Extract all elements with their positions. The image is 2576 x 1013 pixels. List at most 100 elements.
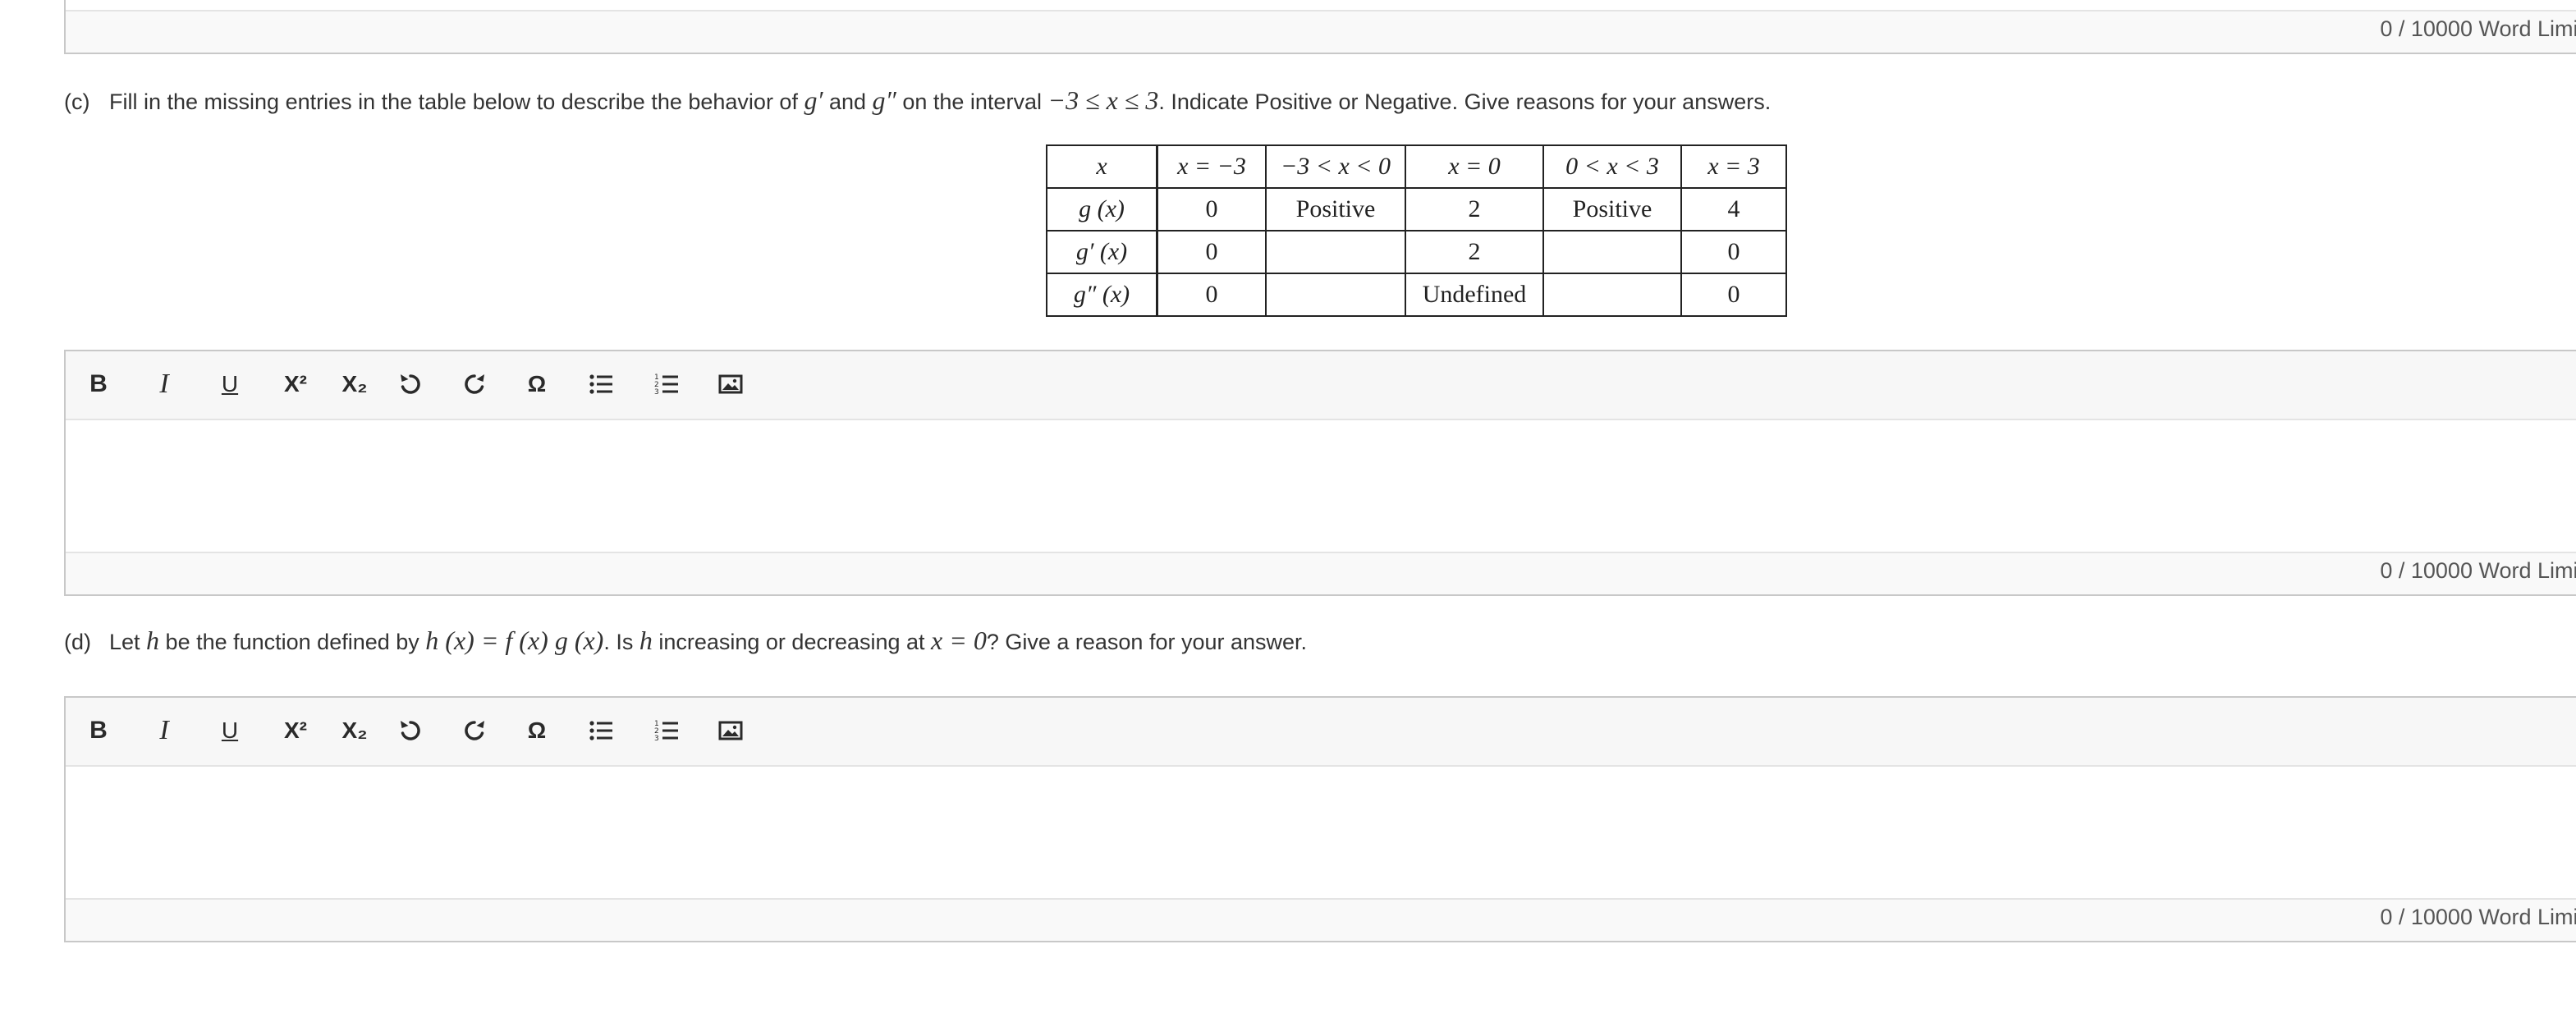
undo-icon [401, 374, 420, 394]
table-cell: 2 [1405, 230, 1544, 274]
table-header-cell: 0 < x < 3 [1542, 144, 1682, 189]
table-header-row: x x = −3 −3 < x < 0 x = 0 0 < x < 3 x = … [1046, 144, 1787, 189]
undo-icon [401, 721, 420, 740]
italic-icon: I [159, 715, 169, 745]
table-header-cell: x = 3 [1680, 144, 1787, 189]
insert-image-button[interactable] [713, 366, 749, 402]
italic-button[interactable]: I [146, 713, 182, 749]
editor-toolbar: B I U X² X₂ Ω 123 [66, 698, 2576, 767]
question-text: . Indicate Positive or Negative. Give re… [1158, 89, 1772, 114]
question-d: (d) Let h be the function defined by h (x… [64, 626, 1307, 656]
special-character-icon: Ω [527, 371, 547, 396]
question-text: on the interval [896, 89, 1048, 114]
table-cell-missing [1542, 230, 1682, 274]
bullet-list-button[interactable] [583, 366, 619, 402]
word-counter: 0 / 10000 Word Limit [2380, 905, 2576, 929]
table-cell: 0 [1680, 230, 1787, 274]
editor-toolbar: B I U X² X₂ Ω 123 [66, 351, 2576, 420]
math-h: h [639, 626, 653, 655]
redo-button[interactable] [456, 713, 493, 749]
table-cell-missing [1265, 230, 1406, 274]
special-character-button[interactable]: Ω [519, 713, 555, 749]
subscript-button[interactable]: X₂ [337, 366, 373, 402]
underline-icon: U [221, 371, 239, 396]
numbered-list-icon: 123 [654, 374, 678, 396]
table-row: g (x) 0 Positive 2 Positive 4 [1046, 187, 1787, 231]
previous-answer-box: 0 / 10000 Word Limit [64, 0, 2576, 54]
table-header-cell: x = 0 [1405, 144, 1544, 189]
question-c: (c) Fill in the missing entries in the ta… [64, 85, 1771, 116]
superscript-button[interactable]: X² [277, 366, 314, 402]
math-point: x = 0 [931, 626, 987, 655]
table-cell: 0 [1156, 273, 1267, 317]
question-text: increasing or decreasing at [652, 630, 932, 654]
word-counter: 0 / 10000 Word Limit [2380, 16, 2576, 41]
numbered-list-button[interactable]: 123 [649, 713, 685, 749]
table-cell-missing [1265, 273, 1406, 317]
bold-button[interactable]: B [80, 366, 117, 402]
superscript-icon: X² [284, 717, 307, 743]
bold-icon: B [89, 717, 108, 744]
bullet-list-button[interactable] [583, 713, 619, 749]
underline-button[interactable]: U [212, 366, 248, 402]
question-text: . Is [603, 630, 639, 654]
table-row-label: g (x) [1046, 187, 1158, 231]
table-row: g′ (x) 0 2 0 [1046, 230, 1787, 274]
math-g-double-prime: g″ [872, 85, 896, 115]
italic-button[interactable]: I [146, 366, 182, 402]
word-count-bar: 0 / 10000 Word Limit [66, 898, 2576, 941]
svg-text:3: 3 [654, 388, 659, 396]
table-header-cell: x = −3 [1156, 144, 1267, 189]
math-definition: h (x) = f (x) g (x) [425, 626, 604, 655]
table-row: g″ (x) 0 Undefined 0 [1046, 273, 1787, 317]
question-text: be the function defined by [159, 630, 426, 654]
table-cell-missing [1542, 273, 1682, 317]
question-text: and [823, 89, 873, 114]
bullet-list-icon [589, 374, 612, 394]
word-counter: 0 / 10000 Word Limit [2380, 558, 2576, 583]
bullet-list-icon [589, 721, 612, 740]
word-count-bar: 0 / 10000 Word Limit [66, 552, 2576, 594]
question-label: (c) [64, 89, 90, 114]
table-cell: Undefined [1405, 273, 1544, 317]
question-label: (d) [64, 630, 91, 654]
question-text: ? Give a reason for your answer. [986, 630, 1308, 654]
subscript-icon: X₂ [341, 371, 368, 396]
table-row-label: g′ (x) [1046, 230, 1158, 274]
underline-button[interactable]: U [212, 713, 248, 749]
superscript-icon: X² [284, 371, 307, 396]
table-row-label: g″ (x) [1046, 273, 1158, 317]
table-cell: 0 [1680, 273, 1787, 317]
numbered-list-icon: 123 [654, 720, 678, 743]
answer-text-area[interactable] [66, 767, 2576, 900]
underline-icon: U [221, 717, 239, 743]
behavior-table: x x = −3 −3 < x < 0 x = 0 0 < x < 3 x = … [1046, 144, 1787, 317]
table-cell: 0 [1156, 230, 1267, 274]
subscript-button[interactable]: X₂ [337, 713, 373, 749]
subscript-icon: X₂ [341, 717, 368, 743]
insert-image-button[interactable] [713, 713, 749, 749]
insert-image-icon [718, 374, 743, 394]
numbered-list-button[interactable]: 123 [649, 366, 685, 402]
bold-button[interactable]: B [80, 713, 117, 749]
math-g-prime: g′ [804, 85, 823, 115]
answer-editor-d: B I U X² X₂ Ω 123 0 / 10000 Word Limit [64, 696, 2576, 942]
special-character-icon: Ω [527, 717, 547, 743]
table-header-cell: x [1046, 144, 1158, 189]
svg-text:3: 3 [654, 735, 659, 743]
redo-button[interactable] [456, 366, 493, 402]
italic-icon: I [159, 369, 169, 399]
table-cell: 2 [1405, 187, 1544, 231]
special-character-button[interactable]: Ω [519, 366, 555, 402]
table-cell: Positive [1542, 187, 1682, 231]
answer-editor-c: B I U X² X₂ Ω 123 0 / 10000 Word Limit [64, 350, 2576, 596]
superscript-button[interactable]: X² [277, 713, 314, 749]
question-text: Let [109, 630, 147, 654]
math-interval: −3 ≤ x ≤ 3 [1047, 85, 1159, 115]
word-count-bar: 0 / 10000 Word Limit [66, 10, 2576, 53]
table-cell: 4 [1680, 187, 1787, 231]
answer-text-area[interactable] [66, 420, 2576, 553]
undo-button[interactable] [392, 713, 429, 749]
redo-icon [465, 721, 484, 740]
undo-button[interactable] [392, 366, 429, 402]
